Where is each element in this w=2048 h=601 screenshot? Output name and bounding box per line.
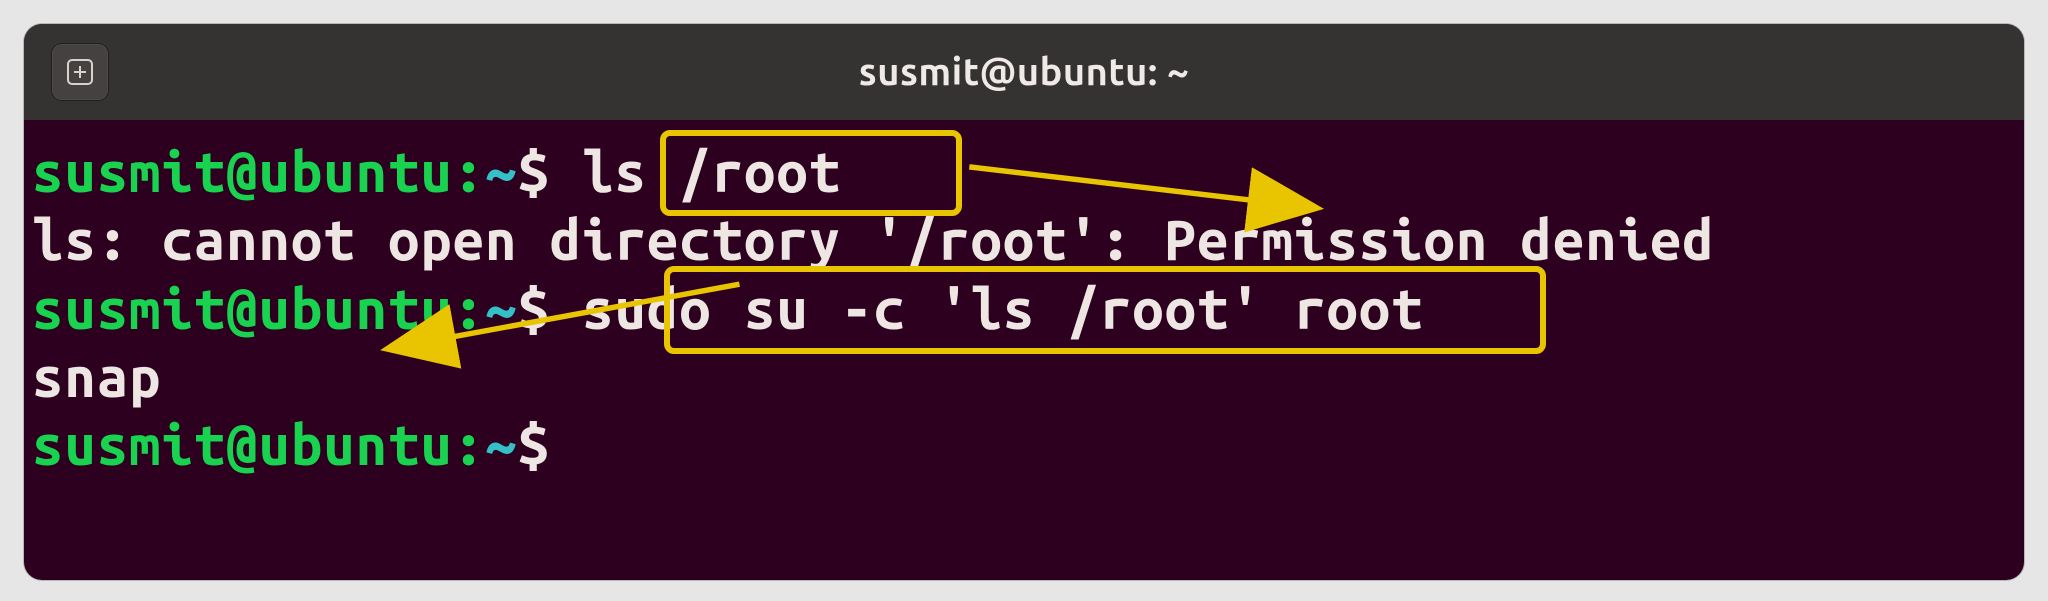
prompt-colon: :: [453, 413, 485, 476]
prompt-path: ~: [485, 413, 517, 476]
command-1: ls /root: [582, 140, 841, 203]
terminal-body[interactable]: susmit@ubuntu:~$ ls /root ls: cannot ope…: [24, 120, 2024, 480]
prompt-line-3: susmit@ubuntu:~$: [24, 411, 2024, 479]
window-title: susmit@ubuntu: ~: [24, 51, 2024, 93]
prompt-dollar: $: [517, 277, 582, 340]
command-2: sudo su -c 'ls /root' root: [582, 277, 1423, 340]
prompt-colon: :: [453, 277, 485, 340]
prompt-user: susmit@ubuntu: [32, 140, 453, 203]
terminal-window: susmit@ubuntu: ~ susmit@ubuntu:~$ ls /ro…: [24, 24, 2024, 580]
prompt-path: ~: [485, 277, 517, 340]
prompt-dollar: $: [517, 413, 582, 476]
prompt-line-1: susmit@ubuntu:~$ ls /root: [24, 138, 2024, 206]
output-2: snap: [24, 343, 2024, 411]
prompt-path: ~: [485, 140, 517, 203]
prompt-user: susmit@ubuntu: [32, 277, 453, 340]
output-1: ls: cannot open directory '/root': Permi…: [24, 206, 2024, 274]
titlebar: susmit@ubuntu: ~: [24, 24, 2024, 120]
new-tab-icon: [65, 57, 95, 87]
prompt-dollar: $: [517, 140, 582, 203]
new-tab-button[interactable]: [52, 44, 108, 100]
prompt-colon: :: [453, 140, 485, 203]
prompt-user: susmit@ubuntu: [32, 413, 453, 476]
prompt-line-2: susmit@ubuntu:~$ sudo su -c 'ls /root' r…: [24, 275, 2024, 343]
